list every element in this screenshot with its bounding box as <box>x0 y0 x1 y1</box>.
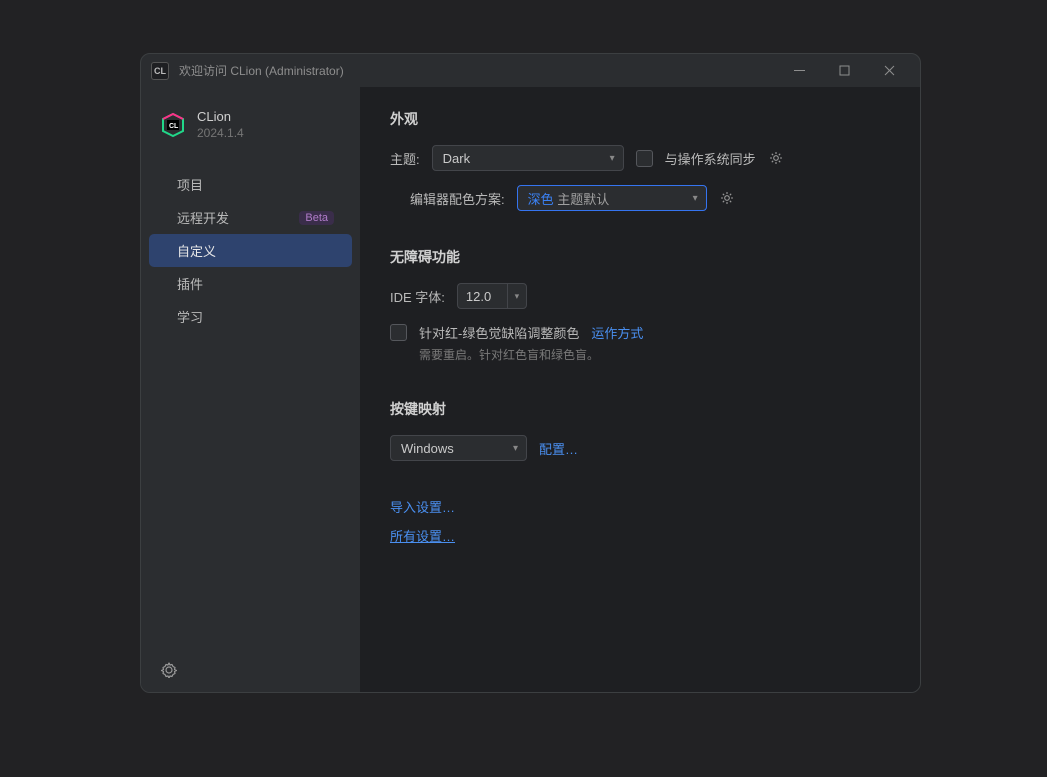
keymap-configure-link[interactable]: 配置… <box>539 439 578 458</box>
theme-settings-button[interactable] <box>768 150 784 166</box>
red-green-checkbox[interactable] <box>390 324 407 341</box>
gear-icon <box>768 150 784 166</box>
ide-font-spinner[interactable]: 12.0 ▾ <box>457 283 527 309</box>
section-accessibility-title: 无障碍功能 <box>390 247 890 267</box>
nav-label: 项目 <box>177 175 203 194</box>
app-version: 2024.1.4 <box>197 126 244 140</box>
theme-label: 主题: <box>390 149 420 168</box>
gear-icon <box>719 190 735 206</box>
nav-item-plugins[interactable]: 插件 <box>149 267 352 300</box>
gear-icon <box>161 662 177 678</box>
keymap-dropdown[interactable]: Windows ▾ <box>390 435 527 461</box>
chevron-down-icon: ▾ <box>513 443 518 454</box>
app-brand: CL CLion 2024.1.4 <box>141 109 360 160</box>
color-scheme-label: 编辑器配色方案: <box>410 189 505 208</box>
titlebar: CL 欢迎访问 CLion (Administrator) <box>141 54 920 87</box>
theme-dropdown[interactable]: Dark ▾ <box>432 145 624 171</box>
nav-label: 自定义 <box>177 241 216 260</box>
nav-item-customize[interactable]: 自定义 <box>149 234 352 267</box>
nav-label: 远程开发 <box>177 208 229 227</box>
svg-text:CL: CL <box>169 123 179 130</box>
minimize-button[interactable] <box>777 56 822 86</box>
color-scheme-settings-button[interactable] <box>719 190 735 206</box>
nav-item-remote-dev[interactable]: 远程开发 Beta <box>149 201 352 234</box>
sync-os-checkbox[interactable] <box>636 150 653 167</box>
nav-item-projects[interactable]: 项目 <box>149 168 352 201</box>
app-icon-small: CL <box>151 62 169 80</box>
all-settings-link[interactable]: 所有设置… <box>390 526 455 545</box>
keymap-value: Windows <box>401 441 454 456</box>
sidebar: CL CLion 2024.1.4 项目 远程开发 Beta 自定义 <box>141 87 360 692</box>
chevron-down-icon: ▾ <box>515 291 520 302</box>
theme-value: Dark <box>443 151 470 166</box>
sync-os-label: 与操作系统同步 <box>665 149 756 168</box>
ide-font-label: IDE 字体: <box>390 287 445 306</box>
nav: 项目 远程开发 Beta 自定义 插件 学习 <box>141 168 360 333</box>
nav-label: 学习 <box>177 307 203 326</box>
settings-gear-button[interactable] <box>161 662 340 678</box>
spinner-buttons[interactable]: ▾ <box>507 283 527 309</box>
section-appearance-title: 外观 <box>390 109 890 129</box>
red-green-hint: 需要重启。针对红色盲和绿色盲。 <box>419 346 599 363</box>
how-it-works-link[interactable]: 运作方式 <box>591 323 643 342</box>
beta-badge: Beta <box>299 211 334 225</box>
welcome-window: CL 欢迎访问 CLion (Administrator) CL <box>140 53 921 693</box>
section-keymap-title: 按键映射 <box>390 399 890 419</box>
color-scheme-value: 深色 主题默认 <box>528 189 610 208</box>
chevron-down-icon: ▾ <box>610 153 615 164</box>
clion-logo-icon: CL <box>159 111 187 139</box>
ide-font-value[interactable]: 12.0 <box>457 283 507 309</box>
maximize-button[interactable] <box>822 56 867 86</box>
red-green-label: 针对红-绿色觉缺陷调整颜色 <box>419 323 579 342</box>
color-scheme-dropdown[interactable]: 深色 主题默认 ▾ <box>517 185 707 211</box>
chevron-down-icon: ▾ <box>693 193 698 204</box>
app-name: CLion <box>197 109 244 124</box>
close-button[interactable] <box>867 56 912 86</box>
nav-item-learn[interactable]: 学习 <box>149 300 352 333</box>
main-panel: 外观 主题: Dark ▾ 与操作系统同步 编辑器配色方案: 深色 主 <box>360 87 920 692</box>
nav-label: 插件 <box>177 274 203 293</box>
window-title: 欢迎访问 CLion (Administrator) <box>179 62 344 79</box>
import-settings-link[interactable]: 导入设置… <box>390 497 455 516</box>
